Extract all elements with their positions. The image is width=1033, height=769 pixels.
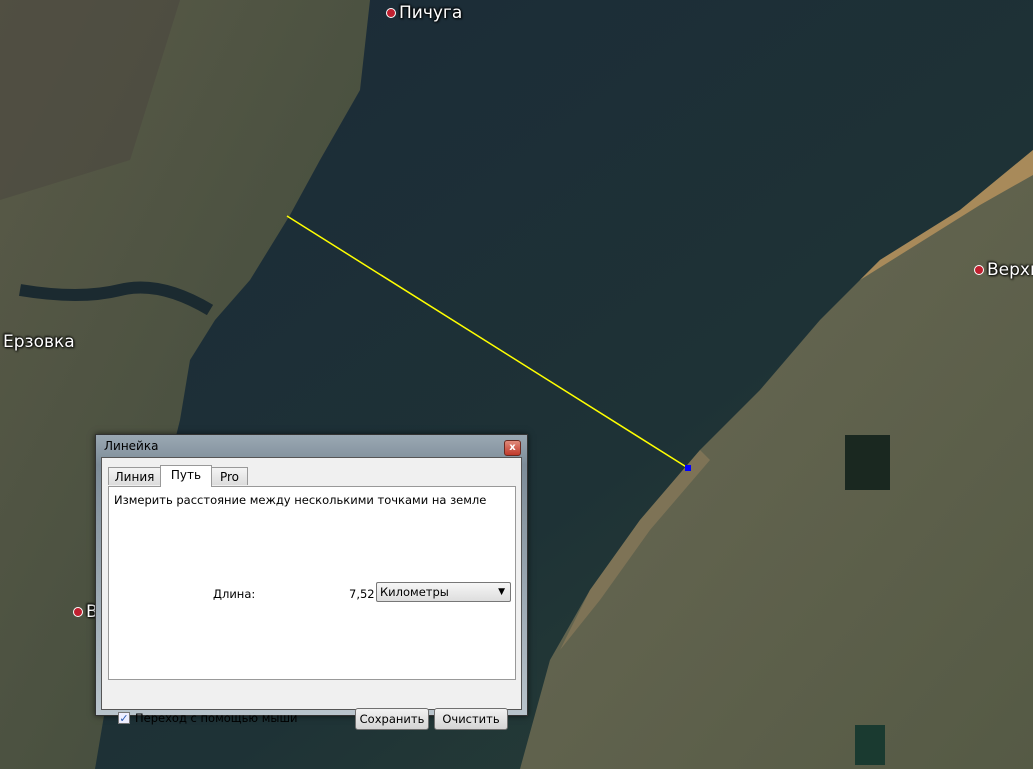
dialog-body: Линия Путь Pro Измерить расстояние между… [101,457,522,730]
place-marker-icon [386,8,396,18]
unit-select[interactable]: Километры ▼ [376,582,511,602]
path-endpoint[interactable] [685,465,691,471]
place-label[interactable]: Пичуга [386,3,462,23]
place-label[interactable]: Ерзовка [3,332,75,352]
save-button[interactable]: Сохранить [355,708,429,730]
path-panel: Измерить расстояние между несколькими то… [108,486,516,680]
mouse-nav-checkbox[interactable]: ✓ [118,712,130,724]
length-label: Длина: [213,587,256,601]
tab-pro[interactable]: Pro [211,467,248,485]
mouse-nav-label[interactable]: Переход с помощью мыши [135,711,298,725]
length-value: 7,52 [349,587,375,601]
place-marker-icon [974,265,984,275]
tab-line[interactable]: Линия [108,467,161,485]
description: Измерить расстояние между несколькими то… [114,493,487,507]
place-label[interactable]: Верхн [974,260,1033,280]
unit-value: Километры [380,585,449,599]
clear-button[interactable]: Очистить [434,708,508,730]
tab-path[interactable]: Путь [160,465,212,487]
chevron-down-icon: ▼ [498,587,505,597]
place-marker-icon [73,607,83,617]
ruler-dialog: Линейка x Линия Путь Pro Измерить рассто… [95,434,528,730]
dialog-title: Линейка [104,439,159,453]
place-label[interactable]: В [73,602,98,622]
close-icon[interactable]: x [504,440,521,456]
